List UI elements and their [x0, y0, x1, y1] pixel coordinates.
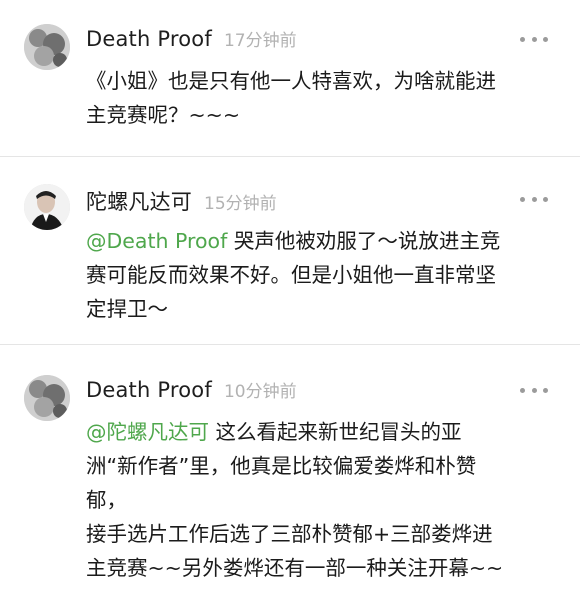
mention-link[interactable]: @陀螺凡达可 — [86, 420, 209, 444]
more-options-icon[interactable] — [520, 385, 548, 395]
avatar[interactable] — [24, 184, 70, 230]
mention-link[interactable]: @Death Proof — [86, 229, 227, 253]
comment-header: 陀螺凡达可 15分钟前 — [86, 186, 277, 216]
comment-time: 15分钟前 — [204, 194, 277, 214]
comment-text: @陀螺凡达可 这么看起来新世纪冒头的亚 洲“新作者”里，他真是比较偏爱娄烨和朴赞… — [86, 415, 556, 585]
comment-item: Death Proof 10分钟前 @陀螺凡达可 这么看起来新世纪冒头的亚 洲“… — [0, 351, 580, 597]
comment-header: Death Proof 17分钟前 — [86, 26, 297, 56]
comment-item: 陀螺凡达可 15分钟前 @Death Proof 哭声他被劝服了～说放进主竞 赛… — [0, 160, 580, 345]
avatar-image — [24, 24, 70, 70]
author-name[interactable]: 陀螺凡达可 — [86, 186, 192, 216]
comment-text-content: 《小姐》也是只有他一人特喜欢，为啥就能进 主竞赛呢？~~~ — [86, 69, 496, 127]
more-options-icon[interactable] — [520, 34, 548, 44]
avatar[interactable] — [24, 24, 70, 70]
author-name[interactable]: Death Proof — [86, 378, 212, 402]
comment-text-content: 这么看起来新世纪冒头的亚 洲“新作者”里，他真是比较偏爱娄烨和朴赞 郁， 接手选… — [86, 420, 504, 580]
divider — [0, 156, 580, 157]
avatar[interactable] — [24, 375, 70, 421]
comment-text: 《小姐》也是只有他一人特喜欢，为啥就能进 主竞赛呢？~~~ — [86, 64, 556, 132]
avatar-image — [24, 375, 70, 421]
avatar-image — [24, 184, 70, 230]
author-name[interactable]: Death Proof — [86, 27, 212, 51]
comment-item: Death Proof 17分钟前 《小姐》也是只有他一人特喜欢，为啥就能进 主… — [0, 0, 580, 156]
comment-header: Death Proof 10分钟前 — [86, 377, 297, 407]
comment-time: 10分钟前 — [223, 382, 297, 402]
comment-time: 17分钟前 — [223, 31, 297, 51]
divider — [0, 344, 580, 345]
comment-text: @Death Proof 哭声他被劝服了～说放进主竞 赛可能反而效果不好。但是小… — [86, 224, 556, 326]
more-options-icon[interactable] — [520, 194, 548, 204]
